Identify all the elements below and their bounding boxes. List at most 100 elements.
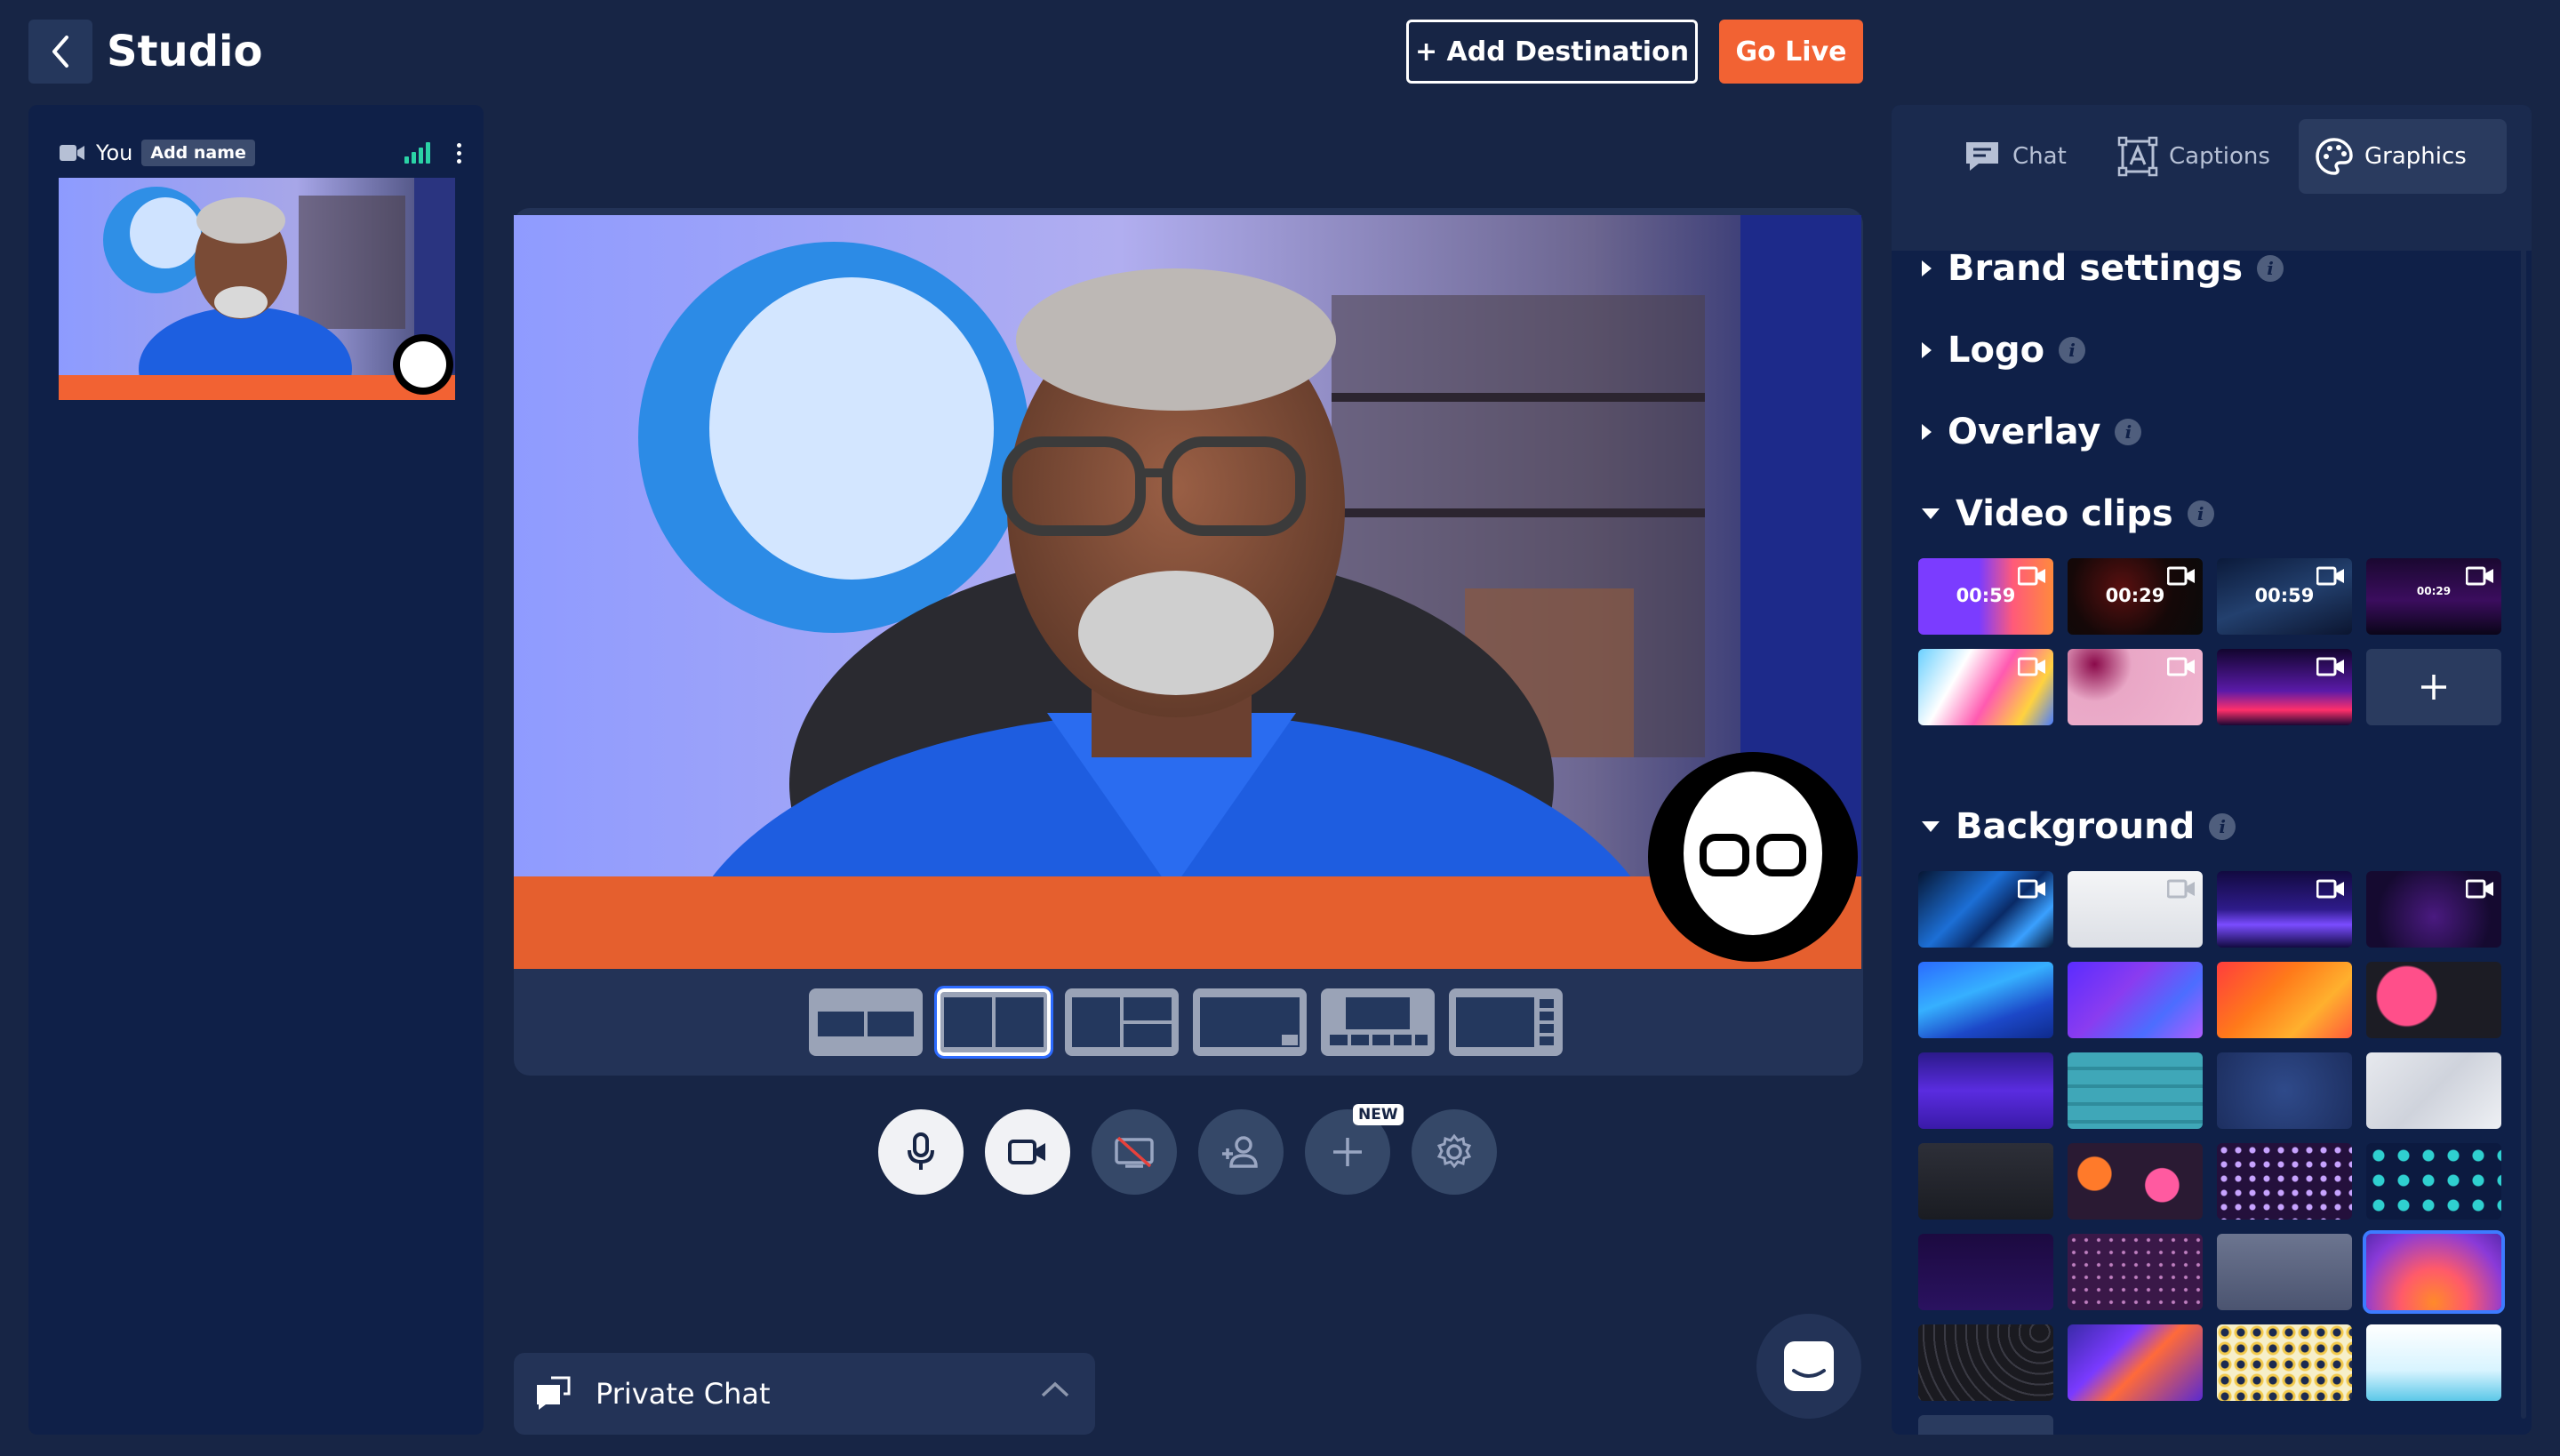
clip-duration: 00:59 <box>1956 585 2016 606</box>
clip-duration: 00:29 <box>2105 585 2165 606</box>
background-tile[interactable] <box>2068 871 2203 948</box>
background-tile[interactable] <box>2217 1234 2352 1310</box>
more-options-icon[interactable] <box>450 137 468 169</box>
add-icon <box>2421 675 2446 700</box>
section-background[interactable]: Background i <box>1922 800 2236 853</box>
go-live-button[interactable]: Go Live <box>1719 20 1863 84</box>
add-video-clip-button[interactable] <box>2366 649 2501 725</box>
background-tile[interactable] <box>2217 1052 2352 1129</box>
video-clip-tile[interactable] <box>1918 649 2053 725</box>
background-tile-selected[interactable] <box>2363 1230 2505 1314</box>
invite-guest-button[interactable] <box>1198 1109 1284 1195</box>
video-clip-tile[interactable] <box>2068 649 2203 725</box>
private-chat-icon <box>537 1376 571 1410</box>
camera-button[interactable] <box>985 1109 1070 1195</box>
section-overlay-label: Overlay <box>1948 412 2101 452</box>
caret-right-icon <box>1922 424 1932 440</box>
info-icon[interactable]: i <box>2257 255 2284 282</box>
layout-filmstrip[interactable] <box>1321 988 1435 1056</box>
video-clip-icon <box>2167 566 2195 586</box>
background-tile[interactable] <box>2366 1324 2501 1401</box>
tab-captions[interactable]: Captions <box>2101 119 2286 194</box>
video-clip-tile[interactable]: 00:29 <box>2068 558 2203 635</box>
chevron-left-icon <box>52 36 68 68</box>
background-tile[interactable] <box>1918 1415 2053 1435</box>
participant-header: You Add name <box>59 137 485 169</box>
section-logo-label: Logo <box>1948 330 2045 371</box>
background-tile[interactable] <box>1918 1324 2053 1401</box>
page-title: Studio <box>107 27 263 76</box>
caret-right-icon <box>1922 342 1932 358</box>
info-icon[interactable]: i <box>2209 813 2236 840</box>
back-button[interactable] <box>28 20 92 84</box>
layout-side-by-side[interactable] <box>934 986 1053 1059</box>
background-tile[interactable] <box>2366 962 2501 1038</box>
video-clip-tile[interactable]: 00:59 <box>2217 558 2352 635</box>
background-tile[interactable] <box>1918 1234 2053 1310</box>
video-clip-icon <box>2018 566 2045 586</box>
new-badge: NEW <box>1353 1104 1404 1125</box>
add-icon <box>1333 1138 1362 1166</box>
camera-icon <box>60 145 84 161</box>
background-tile[interactable] <box>2217 1324 2352 1401</box>
clip-duration: 00:59 <box>2254 585 2315 606</box>
background-tile[interactable] <box>1918 1052 2053 1129</box>
participant-video-thumbnail[interactable] <box>59 178 455 400</box>
add-destination-button[interactable]: + Add Destination <box>1406 20 1698 84</box>
caret-down-icon <box>1922 821 1940 832</box>
tab-graphics[interactable]: Graphics <box>2299 119 2507 194</box>
video-clip-icon <box>2018 657 2045 676</box>
info-icon[interactable]: i <box>2059 337 2086 364</box>
section-video-clips[interactable]: Video clips i <box>1922 487 2214 540</box>
tab-graphics-label: Graphics <box>2364 143 2467 170</box>
section-brand-settings-label: Brand settings <box>1948 248 2244 289</box>
layout-pip[interactable] <box>1193 988 1307 1056</box>
background-tile[interactable] <box>1918 1143 2053 1220</box>
video-clip-tile[interactable] <box>2217 649 2352 725</box>
section-overlay[interactable]: Overlay i <box>1922 405 2142 459</box>
video-clip-tile[interactable]: 00:29 <box>2366 558 2501 635</box>
help-chat-button[interactable] <box>1756 1314 1861 1419</box>
panel-scrollbar[interactable] <box>2521 236 2526 1419</box>
add-name-button[interactable]: Add name <box>141 140 255 166</box>
background-tile[interactable] <box>2068 1234 2203 1310</box>
section-brand-settings[interactable]: Brand settings i <box>1922 242 2284 295</box>
background-tile[interactable] <box>2366 1143 2501 1220</box>
microphone-button[interactable] <box>878 1109 964 1195</box>
background-tile[interactable] <box>2217 1143 2352 1220</box>
video-background-icon <box>2167 879 2195 899</box>
background-tile[interactable] <box>2068 962 2203 1038</box>
background-tile[interactable] <box>1918 871 2053 948</box>
tab-chat[interactable]: Chat <box>1947 119 2083 194</box>
background-tile[interactable] <box>2068 1324 2203 1401</box>
layout-sidebar[interactable] <box>1449 988 1563 1056</box>
video-clip-tile[interactable]: 00:59 <box>1918 558 2053 635</box>
caret-right-icon <box>1922 260 1932 276</box>
video-background-icon <box>2316 879 2344 899</box>
panel-tabs: Chat Captions Graphics <box>1892 105 2532 251</box>
tab-captions-label: Captions <box>2169 143 2270 170</box>
invite-guest-icon <box>1222 1136 1258 1168</box>
background-tile[interactable] <box>2068 1052 2203 1129</box>
stage-video[interactable] <box>514 215 1861 969</box>
background-tile[interactable] <box>2217 962 2352 1038</box>
participant-video-image <box>59 178 455 400</box>
private-chat-toggle[interactable]: Private Chat <box>514 1353 1095 1435</box>
layout-grid-three[interactable] <box>1065 988 1179 1056</box>
background-tile[interactable] <box>1918 962 2053 1038</box>
captions-icon <box>2117 136 2158 177</box>
add-button[interactable]: NEW <box>1305 1104 1404 1195</box>
background-tile[interactable] <box>2366 1052 2501 1129</box>
background-tile[interactable] <box>2068 1143 2203 1220</box>
chevron-up-icon <box>1041 1381 1069 1397</box>
tab-chat-label: Chat <box>2012 143 2067 170</box>
settings-button[interactable] <box>1412 1109 1497 1195</box>
info-icon[interactable]: i <box>2187 500 2214 527</box>
screen-share-button[interactable] <box>1092 1109 1177 1195</box>
stage-video-image <box>514 215 1861 969</box>
info-icon[interactable]: i <box>2115 419 2142 445</box>
background-tile[interactable] <box>2366 871 2501 948</box>
section-logo[interactable]: Logo i <box>1922 324 2086 377</box>
layout-side-by-side-thin[interactable] <box>809 988 923 1056</box>
background-tile[interactable] <box>2217 871 2352 948</box>
